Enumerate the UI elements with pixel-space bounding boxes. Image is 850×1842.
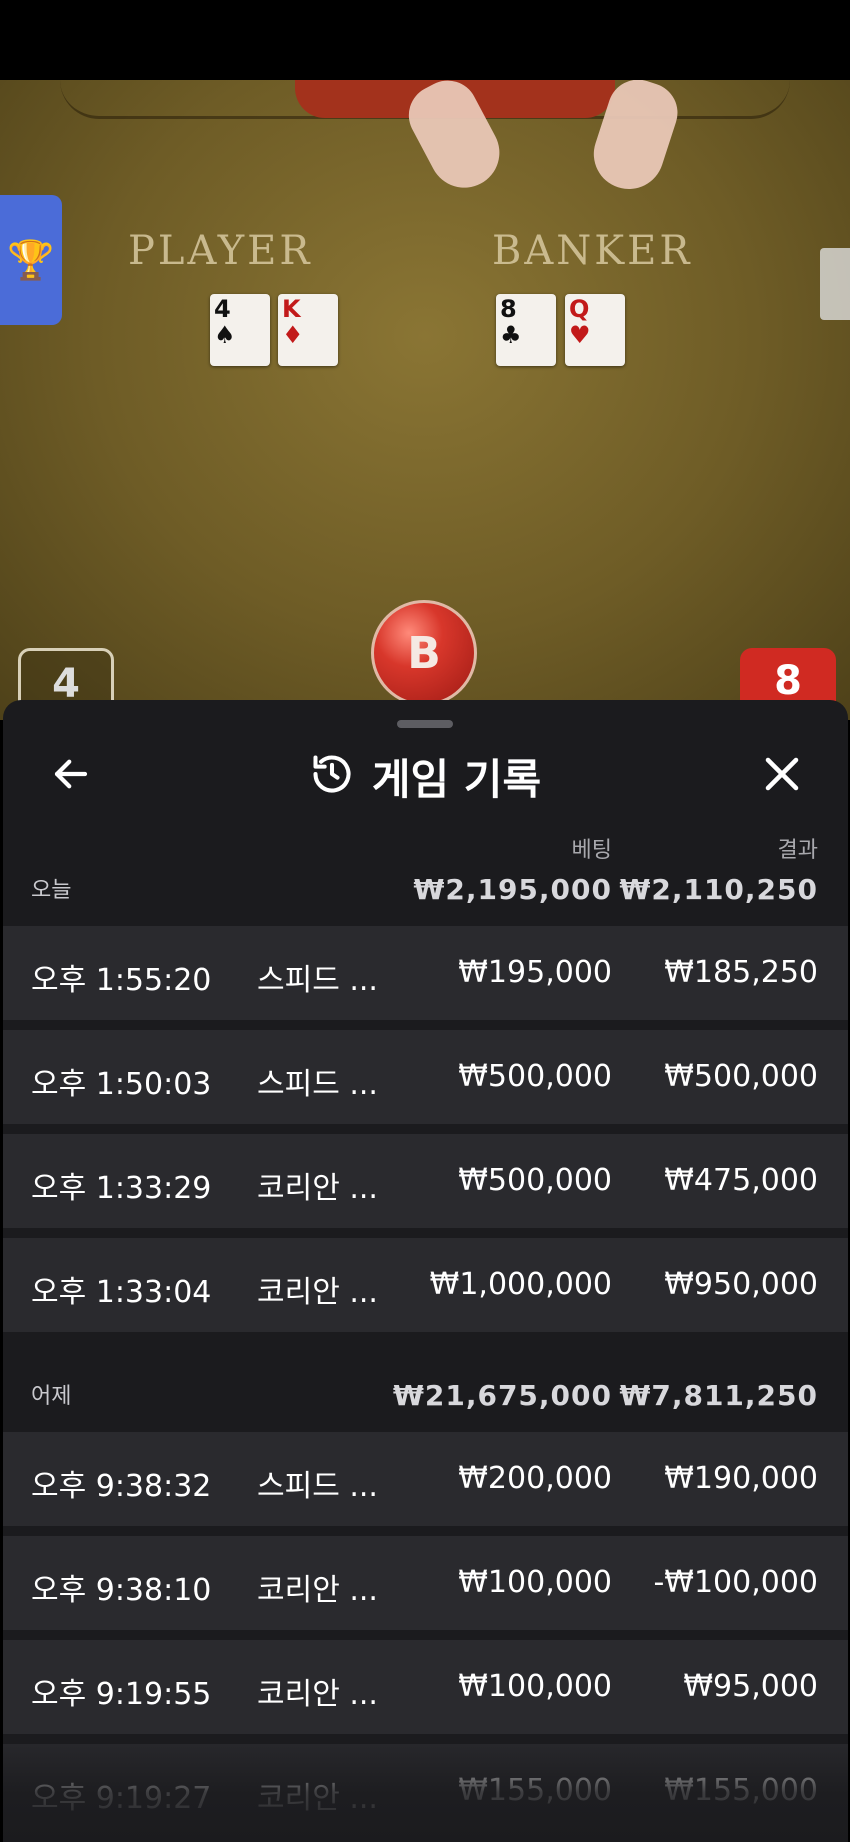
row-time: 오후 1:33:04 — [31, 1275, 212, 1310]
row-time: 오후 1:55:20 — [31, 963, 212, 998]
group-total-result: ₩7,811,250 — [619, 1379, 818, 1412]
sheet-grabber[interactable] — [397, 720, 453, 728]
result-column-header: 결과 — [777, 838, 818, 863]
row-time: 오후 1:50:03 — [31, 1067, 212, 1102]
row-time: 오후 1:33:29 — [31, 1171, 212, 1206]
row-game: 코리안 ... — [257, 1781, 378, 1816]
back-button[interactable] — [43, 748, 99, 804]
row-result: ₩185,250 — [664, 955, 818, 990]
row-result: ₩500,000 — [664, 1059, 818, 1094]
arrow-left-icon — [50, 753, 92, 799]
banker-card-1: 8 ♣ — [496, 294, 556, 366]
row-game: 코리안 ... — [257, 1275, 378, 1310]
bet-column-header: 베팅 — [571, 838, 612, 863]
history-row[interactable]: 오후 1:33:04 코리안 ... ₩1,000,000 ₩950,000 — [3, 1238, 848, 1332]
game-history-sheet: 게임 기록 베팅 결과 오늘 ₩2,195,000 ₩2,110,250 오후 … — [3, 700, 848, 1842]
sheet-title: 게임 기록 — [3, 744, 848, 808]
row-result: -₩100,000 — [653, 1565, 818, 1600]
player-card-2: K ♦ — [278, 294, 338, 366]
row-result: ₩950,000 — [664, 1267, 818, 1302]
row-game: 코리안 ... — [257, 1677, 378, 1712]
row-bet: ₩195,000 — [458, 955, 612, 990]
history-row[interactable]: 오후 9:19:55 코리안 ... ₩100,000 ₩95,000 — [3, 1640, 848, 1734]
group-day: 어제 — [31, 1384, 72, 1409]
card-rank: 8 — [500, 295, 517, 323]
sheet-header: 게임 기록 — [3, 744, 848, 808]
row-bet: ₩500,000 — [458, 1163, 612, 1198]
history-icon — [310, 752, 354, 800]
banker-card-2: Q ♥ — [565, 294, 625, 366]
row-time: 오후 9:19:27 — [31, 1781, 212, 1816]
row-bet: ₩100,000 — [458, 1669, 612, 1704]
player-label: PLAYER — [128, 228, 313, 274]
group-header-today: 오늘 ₩2,195,000 ₩2,110,250 — [3, 866, 848, 910]
row-time: 오후 9:19:55 — [31, 1677, 212, 1712]
result-badge: B — [371, 600, 477, 706]
row-game: 스피드 ... — [257, 963, 378, 998]
title-text: 게임 기록 — [371, 754, 542, 804]
live-video: PLAYER BANKER 4 ♠ K ♦ 8 ♣ Q ♥ B 4 8 — [0, 80, 850, 720]
row-bet: ₩1,000,000 — [429, 1267, 612, 1302]
row-bet: ₩200,000 — [458, 1461, 612, 1496]
group-total-bet: ₩21,675,000 — [392, 1379, 612, 1412]
row-bet: ₩100,000 — [458, 1565, 612, 1600]
history-row[interactable]: 오후 1:33:29 코리안 ... ₩500,000 ₩475,000 — [3, 1134, 848, 1228]
group-day: 오늘 — [31, 878, 72, 903]
close-icon — [761, 753, 803, 799]
card-suit: ♦ — [282, 321, 304, 349]
card-suit: ♣ — [500, 321, 522, 349]
player-card-1: 4 ♠ — [210, 294, 270, 366]
trophy-icon: 🏆 — [7, 237, 55, 282]
row-time: 오후 9:38:32 — [31, 1469, 212, 1504]
row-bet: ₩500,000 — [458, 1059, 612, 1094]
row-result: ₩155,000 — [664, 1773, 818, 1808]
group-total-result: ₩2,110,250 — [619, 873, 818, 906]
history-row[interactable]: 오후 1:55:20 스피드 ... ₩195,000 ₩185,250 — [3, 926, 848, 1020]
banker-label: BANKER — [492, 228, 693, 274]
group-total-bet: ₩2,195,000 — [413, 873, 612, 906]
group-header-yesterday: 어제 ₩21,675,000 ₩7,811,250 — [3, 1372, 848, 1416]
column-headers: 베팅 결과 — [3, 832, 848, 863]
row-game: 코리안 ... — [257, 1171, 378, 1206]
close-button[interactable] — [754, 748, 810, 804]
card-rank: Q — [569, 295, 590, 323]
card-rank: 4 — [214, 295, 231, 323]
history-row[interactable]: 오후 9:38:32 스피드 ... ₩200,000 ₩190,000 — [3, 1432, 848, 1526]
leaderboard-tab[interactable]: 🏆 — [0, 195, 62, 325]
history-row[interactable]: 오후 9:38:10 코리안 ... ₩100,000 -₩100,000 — [3, 1536, 848, 1630]
card-rank: K — [282, 295, 301, 323]
history-row[interactable]: 오후 1:50:03 스피드 ... ₩500,000 ₩500,000 — [3, 1030, 848, 1124]
row-game: 코리안 ... — [257, 1573, 378, 1608]
card-suit: ♥ — [569, 321, 591, 349]
row-bet: ₩155,000 — [458, 1773, 612, 1808]
row-game: 스피드 ... — [257, 1067, 378, 1102]
row-time: 오후 9:38:10 — [31, 1573, 212, 1608]
row-result: ₩95,000 — [683, 1669, 818, 1704]
history-row[interactable]: 오후 9:19:27 코리안 ... ₩155,000 ₩155,000 — [3, 1744, 848, 1838]
row-game: 스피드 ... — [257, 1469, 378, 1504]
row-result: ₩190,000 — [664, 1461, 818, 1496]
card-shoe — [820, 248, 850, 320]
row-result: ₩475,000 — [664, 1163, 818, 1198]
card-suit: ♠ — [214, 321, 236, 349]
